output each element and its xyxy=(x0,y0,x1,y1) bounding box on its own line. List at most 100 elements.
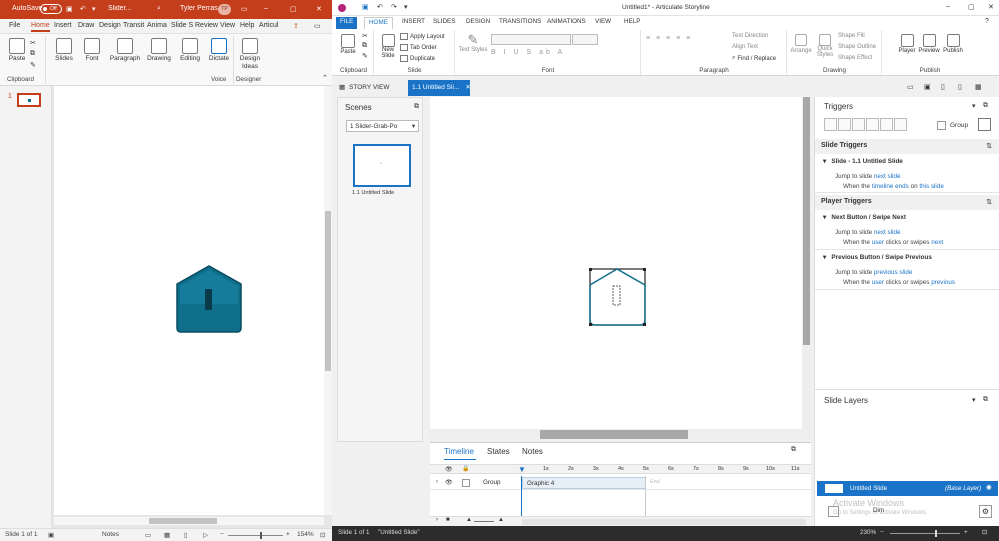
trigger-item-1[interactable]: Jump to slide next slide xyxy=(835,173,900,180)
slideshow-icon[interactable]: ▷ xyxy=(203,531,208,539)
tab-view[interactable]: View xyxy=(220,22,235,29)
tab-help[interactable]: Help xyxy=(240,22,254,29)
collapse-icon[interactable]: ⇅ xyxy=(986,198,992,206)
tab-design[interactable]: DESIGN xyxy=(462,17,494,29)
eye-icon[interactable]: ◉ xyxy=(986,484,992,491)
layout-icon-3[interactable]: ▯ xyxy=(941,83,945,91)
copy-icon[interactable]: ⧉ xyxy=(362,42,367,50)
trigger-item-2-condition[interactable]: When the user clicks or swipes next xyxy=(843,239,943,246)
stage-horizontal-scrollbar[interactable] xyxy=(430,429,802,440)
tab-home[interactable]: HOME xyxy=(364,17,393,29)
avatar[interactable]: TP xyxy=(218,4,231,15)
layer-settings-gear-icon[interactable]: ⚙ xyxy=(979,505,992,518)
timeline-scrollbar[interactable] xyxy=(522,519,806,525)
playhead-icon[interactable]: ▼ xyxy=(518,465,526,474)
player-triggers-header[interactable]: Player Triggers ⇅ xyxy=(815,195,999,210)
preview-button[interactable]: Preview xyxy=(918,32,940,54)
edit-trigger-icon[interactable] xyxy=(838,118,851,131)
paste-trigger-icon[interactable] xyxy=(866,118,879,131)
tab-design[interactable]: Design xyxy=(99,22,121,29)
font-size-select[interactable] xyxy=(572,34,598,45)
apply-layout-button[interactable]: Apply Layout xyxy=(400,33,445,40)
lock-icon[interactable]: 🔒 xyxy=(462,465,469,472)
house-graphic-selected[interactable] xyxy=(589,268,646,326)
stop-icon[interactable]: ■ xyxy=(446,517,450,523)
panel-pin-icon[interactable]: ⧉ xyxy=(791,446,796,454)
save-icon[interactable]: ▣ xyxy=(66,5,73,13)
scene-slide-thumbnail[interactable]: ▫ xyxy=(353,144,411,187)
copy-trigger-icon[interactable] xyxy=(852,118,865,131)
new-slide-button[interactable]: New Slide xyxy=(377,32,399,59)
autosave-toggle[interactable]: Off xyxy=(40,4,62,14)
prev-triggers-subheader[interactable]: ▾ Previous Button / Swipe Previous xyxy=(823,254,932,261)
redo-icon[interactable]: ↷ xyxy=(391,3,397,11)
search-icon[interactable]: ⌕ xyxy=(157,5,161,13)
sl-zoom-slider[interactable] xyxy=(890,530,960,537)
tab-animations[interactable]: Anima xyxy=(147,22,167,29)
notes-tab[interactable]: Notes xyxy=(522,447,543,456)
normal-view-icon[interactable]: ▭ xyxy=(145,531,151,539)
reading-view-icon[interactable]: ▯ xyxy=(184,531,188,539)
ribbon-display-icon[interactable]: ▭ xyxy=(241,5,248,13)
zoom-in-icon[interactable]: + xyxy=(964,529,968,536)
pp-horizontal-scrollbar[interactable] xyxy=(54,517,324,525)
customize-icon[interactable]: ▾ xyxy=(92,5,96,13)
variables-icon[interactable] xyxy=(978,118,991,131)
minimize-icon[interactable]: – xyxy=(946,3,950,10)
help-icon[interactable]: ? xyxy=(985,18,989,25)
group-checkbox[interactable] xyxy=(937,121,946,130)
chevron-down-icon[interactable]: ▾ xyxy=(972,396,976,404)
align-text-button[interactable]: Align Text xyxy=(732,44,758,50)
zoom-level[interactable]: 154% xyxy=(297,531,314,538)
timeline-bar[interactable]: Graphic 4 xyxy=(522,477,646,489)
states-tab[interactable]: States xyxy=(487,447,510,456)
design-ideas-button[interactable]: Design Ideas xyxy=(235,36,265,72)
close-icon[interactable]: ✕ xyxy=(988,3,994,11)
arrange-button[interactable]: Arrange xyxy=(790,32,812,54)
text-direction-button[interactable]: Text Direction xyxy=(732,33,768,39)
shape-effect-button[interactable]: Shape Effect xyxy=(838,55,872,61)
drawing-button[interactable]: Drawing xyxy=(144,36,174,72)
font-format-buttons[interactable]: B I U S ab A xyxy=(491,49,565,56)
house-shape[interactable] xyxy=(174,264,244,334)
pp-slide[interactable] xyxy=(54,86,324,515)
paste-button[interactable]: Paste xyxy=(2,36,32,72)
font-family-select[interactable] xyxy=(491,34,571,45)
layout-icon-5[interactable]: ▦ xyxy=(975,83,982,91)
new-layer-icon[interactable] xyxy=(828,506,839,517)
cut-icon[interactable]: ✂ xyxy=(362,32,368,40)
tab-articulate[interactable]: Articul xyxy=(259,22,278,29)
undo-icon[interactable]: ↶ xyxy=(377,3,383,11)
alignment-buttons[interactable]: ≡ ≡ ≡ ≡ ≡ xyxy=(646,35,692,42)
trigger-item-2[interactable]: Jump to slide next slide xyxy=(835,229,900,236)
copy-icon[interactable]: ⧉ xyxy=(30,50,35,58)
format-painter-icon[interactable]: ✎ xyxy=(30,61,36,69)
cut-icon[interactable]: ✂ xyxy=(30,39,36,47)
player-button[interactable]: Player xyxy=(897,32,917,54)
next-triggers-subheader[interactable]: ▾ Next Button / Swipe Next xyxy=(823,214,906,221)
undo-icon[interactable]: ↶ xyxy=(80,5,86,13)
fit-window-icon[interactable]: ⊡ xyxy=(982,529,987,536)
trigger-item-1-condition[interactable]: When the timeline ends on this slide xyxy=(843,183,944,190)
tab-slideshow[interactable]: Slide S xyxy=(171,22,193,29)
tab-draw[interactable]: Draw xyxy=(78,22,94,29)
tab-insert[interactable]: INSERT xyxy=(398,17,429,29)
tab-review[interactable]: Review xyxy=(195,22,218,29)
zoom-out-icon[interactable]: − xyxy=(880,529,884,536)
tab-view[interactable]: VIEW xyxy=(591,17,615,29)
tab-order-button[interactable]: Tab Order xyxy=(400,44,437,51)
close-icon[interactable]: ✕ xyxy=(316,5,322,13)
find-replace-button[interactable]: ⌕ Find / Replace xyxy=(732,55,776,62)
text-styles-button[interactable]: ✎ Text Styles xyxy=(458,32,488,53)
new-trigger-icon[interactable] xyxy=(824,118,837,131)
tab-animations[interactable]: ANIMATIONS xyxy=(543,17,590,29)
tab-transitions[interactable]: TRANSITIONS xyxy=(495,17,545,29)
zoom-in-icon[interactable]: ▲ xyxy=(498,517,504,523)
layout-icon-2[interactable]: ▣ xyxy=(924,83,931,91)
slides-button[interactable]: Slides xyxy=(49,36,79,72)
comments-icon[interactable]: ▭ xyxy=(314,22,321,30)
dictate-button[interactable]: Dictate xyxy=(204,36,234,72)
zoom-out-icon[interactable]: ▲ xyxy=(466,517,472,523)
panel-pin-icon[interactable]: ⧉ xyxy=(983,396,988,404)
stage-vertical-scrollbar[interactable] xyxy=(802,97,811,440)
